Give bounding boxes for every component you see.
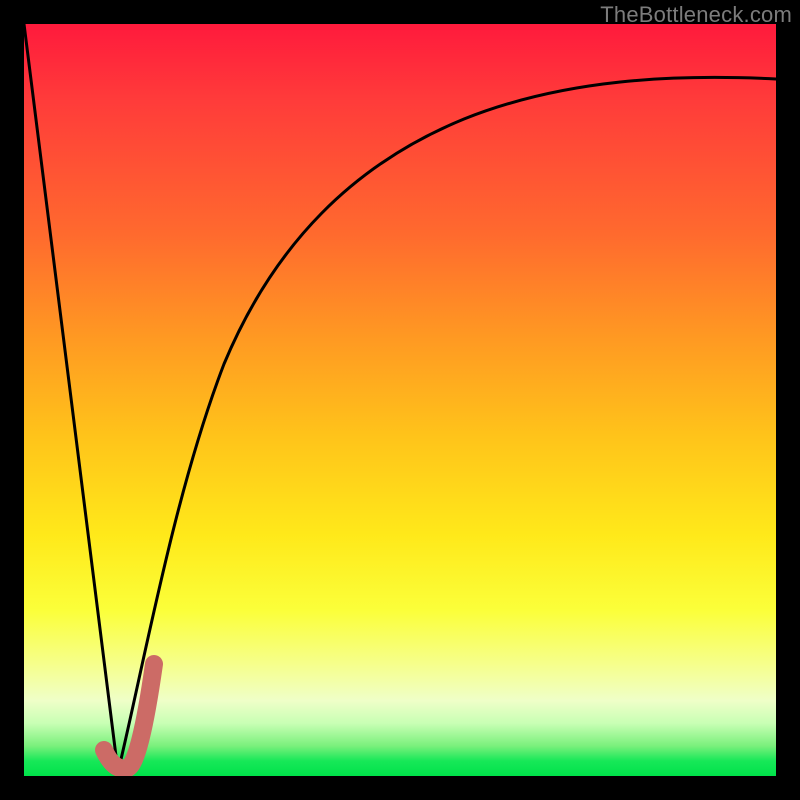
right-arc-line [118,77,776,772]
chart-frame: TheBottleneck.com [0,0,800,800]
curves-svg [24,24,776,776]
plot-area [24,24,776,776]
left-descent-line [24,24,118,772]
